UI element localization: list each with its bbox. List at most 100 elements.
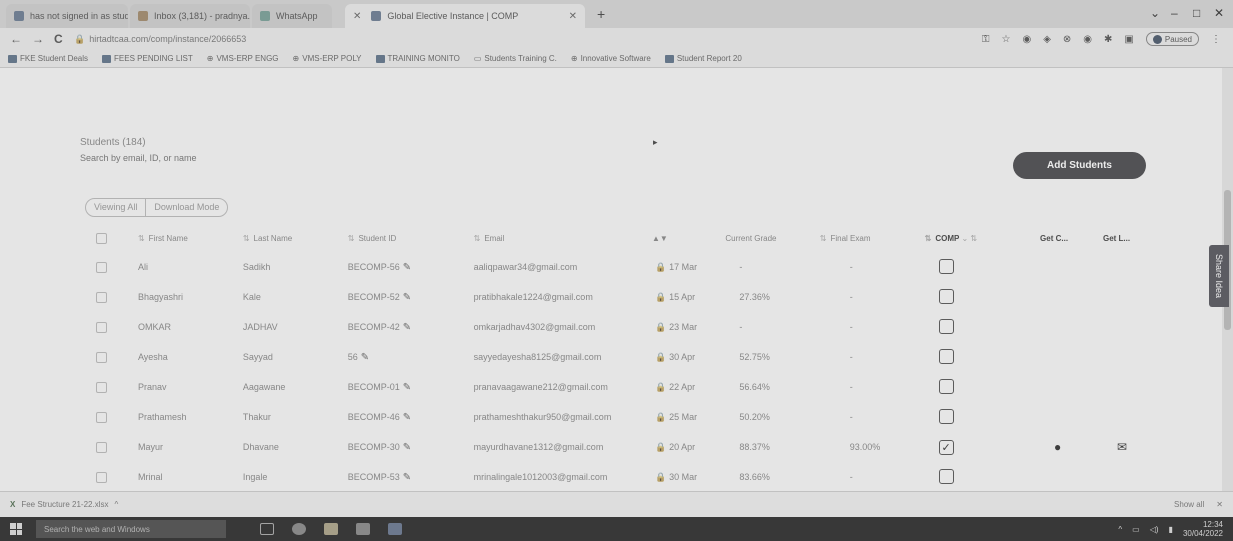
table-row[interactable]: Mayur Dhavane BECOMP-30 ✎ mayurdhavane1312@g…	[96, 432, 1166, 462]
comp-checkbox[interactable]	[938, 348, 954, 364]
column-header-last-name[interactable]: ⇅ Last Name	[243, 224, 348, 252]
get-certificate-cell[interactable]	[1040, 342, 1103, 372]
row-checkbox[interactable]	[96, 441, 107, 453]
table-row[interactable]: OMKAR JADHAV BECOMP-42 ✎ omkarjadhav4302@gma…	[96, 312, 1166, 342]
tray-arrow-icon[interactable]: ^	[1118, 525, 1122, 534]
get-certificate-cell[interactable]	[1040, 372, 1103, 402]
edit-pencil-icon[interactable]: ✎	[403, 322, 411, 333]
close-download-bar-button[interactable]: ✕	[1216, 500, 1223, 509]
column-header-first-name[interactable]: ⇅ First Name	[138, 224, 243, 252]
comp-cell[interactable]	[925, 462, 1040, 492]
get-certificate-cell[interactable]	[1040, 312, 1103, 342]
browser-tab-active[interactable]: ✕ Global Elective Instance | COMP ✕	[345, 4, 585, 28]
get-letter-cell[interactable]	[1103, 342, 1166, 372]
notification-icon[interactable]: ▮	[1169, 525, 1173, 534]
download-menu-button[interactable]: ^	[115, 500, 119, 509]
download-item[interactable]: X Fee Structure 21-22.xlsx ^	[10, 500, 118, 509]
bookmark[interactable]: ⊕ VMS-ERP ENGG	[207, 54, 279, 63]
bookmark[interactable]: ⊕ Innovative Software	[571, 54, 651, 63]
row-checkbox[interactable]	[96, 321, 107, 333]
bookmark[interactable]: ▭ Students Training C.	[474, 54, 557, 63]
table-row[interactable]: Bhagyashri Kale BECOMP-52 ✎ pratibhakale1224…	[96, 282, 1166, 312]
windows-start-icon[interactable]	[10, 523, 22, 535]
comp-cell[interactable]	[925, 402, 1040, 432]
row-select-cell[interactable]	[96, 282, 138, 312]
student-id-cell[interactable]: BECOMP-42 ✎	[348, 312, 474, 342]
table-row[interactable]: Mrinal Ingale BECOMP-53 ✎ mrinalingale101200…	[96, 462, 1166, 492]
comp-cell[interactable]	[925, 372, 1040, 402]
new-tab-button[interactable]: +	[597, 6, 605, 22]
comp-cell[interactable]	[925, 312, 1040, 342]
extension-icon[interactable]: ⊗	[1063, 34, 1071, 45]
bookmark[interactable]: Student Report 20	[664, 54, 742, 63]
file-explorer-icon[interactable]	[324, 523, 338, 535]
select-all-cell[interactable]	[96, 224, 138, 252]
row-checkbox[interactable]	[96, 291, 107, 303]
taskbar-search-box[interactable]: Search the web and Windows	[36, 520, 226, 538]
get-certificate-cell[interactable]	[1040, 462, 1103, 492]
word-icon[interactable]	[388, 523, 402, 535]
row-select-cell[interactable]	[96, 402, 138, 432]
table-row[interactable]: Pranav Aagawane BECOMP-01 ✎ pranavaagawane21…	[96, 372, 1166, 402]
key-icon[interactable]: ⚿	[982, 34, 990, 45]
edit-pencil-icon[interactable]: ✎	[361, 352, 369, 363]
mail-icon[interactable]	[356, 523, 370, 535]
comp-checkbox[interactable]	[938, 378, 954, 394]
show-all-downloads-link[interactable]: Show all	[1174, 500, 1204, 509]
row-select-cell[interactable]	[96, 342, 138, 372]
row-select-cell[interactable]	[96, 372, 138, 402]
get-certificate-cell[interactable]	[1040, 402, 1103, 432]
bookmark[interactable]: ⊕ VMS-ERP POLY	[293, 54, 362, 63]
certificate-icon[interactable]: ●	[1054, 440, 1061, 454]
extension-icon[interactable]: ◉	[1022, 34, 1031, 45]
viewing-all-filter[interactable]: Viewing All	[86, 199, 145, 216]
bookmark[interactable]: TRAINING MONITO	[375, 54, 460, 63]
get-certificate-cell[interactable]	[1040, 282, 1103, 312]
add-students-button[interactable]: Add Students	[1013, 152, 1146, 179]
table-row[interactable]: Prathamesh Thakur BECOMP-46 ✎ prathameshthak…	[96, 402, 1166, 432]
column-header-current-grade[interactable]: Current Grade	[725, 224, 819, 252]
browser-tab[interactable]: Inbox (3,181) - pradnya.ladkhan ✕	[130, 4, 250, 28]
bookmark[interactable]: FKE Student Deals	[8, 54, 88, 63]
get-letter-cell[interactable]	[1103, 282, 1166, 312]
row-select-cell[interactable]	[96, 312, 138, 342]
comp-checkbox-checked[interactable]: ✓	[938, 439, 954, 455]
get-certificate-cell[interactable]: ●	[1040, 432, 1103, 462]
row-select-cell[interactable]	[96, 462, 138, 492]
task-view-icon[interactable]	[260, 523, 274, 535]
row-checkbox[interactable]	[96, 411, 107, 423]
comp-checkbox[interactable]	[938, 318, 954, 334]
extension-icon[interactable]: ◉	[1083, 34, 1092, 45]
comp-checkbox[interactable]	[938, 468, 954, 484]
edit-pencil-icon[interactable]: ✎	[403, 412, 411, 423]
email-icon[interactable]: ✉	[1117, 440, 1127, 454]
share-idea-button[interactable]: Share Idea	[1209, 245, 1229, 307]
edit-pencil-icon[interactable]: ✎	[403, 472, 411, 483]
tab-close-icon[interactable]: ✕	[353, 11, 361, 22]
edit-pencil-icon[interactable]: ✎	[403, 382, 411, 393]
comp-cell[interactable]	[925, 342, 1040, 372]
browser-tab[interactable]: has not signed in as student ✕	[6, 4, 128, 28]
comp-checkbox[interactable]	[938, 288, 954, 304]
row-select-cell[interactable]	[96, 432, 138, 462]
row-select-cell[interactable]	[96, 252, 138, 282]
menu-icon[interactable]: ⋮	[1211, 34, 1221, 45]
column-header-comp[interactable]: ⇅ COMP ⌄ ⇅	[925, 224, 1040, 252]
search-input[interactable]	[80, 143, 260, 163]
volume-icon[interactable]: ◁)	[1150, 525, 1159, 534]
row-checkbox[interactable]	[96, 381, 107, 393]
close-window-button[interactable]: ✕	[1214, 6, 1224, 20]
chevron-down-icon[interactable]: ⌄	[1150, 6, 1160, 20]
filter-icon[interactable]: ⌄ ⇅	[961, 234, 977, 243]
edit-pencil-icon[interactable]: ✎	[403, 292, 411, 303]
sidebar-icon[interactable]: ▣	[1124, 34, 1133, 45]
reload-button[interactable]: C	[54, 32, 63, 46]
comp-cell[interactable]	[925, 252, 1040, 282]
tab-close-icon[interactable]: ✕	[561, 11, 577, 22]
column-header-email[interactable]: ⇅ Email	[474, 224, 652, 252]
profile-button[interactable]: Paused	[1145, 32, 1199, 46]
get-letter-cell[interactable]	[1103, 312, 1166, 342]
edit-pencil-icon[interactable]: ✎	[403, 262, 411, 273]
comp-checkbox[interactable]	[938, 258, 954, 274]
column-header-final-exam[interactable]: ⇅ Final Exam	[820, 224, 925, 252]
